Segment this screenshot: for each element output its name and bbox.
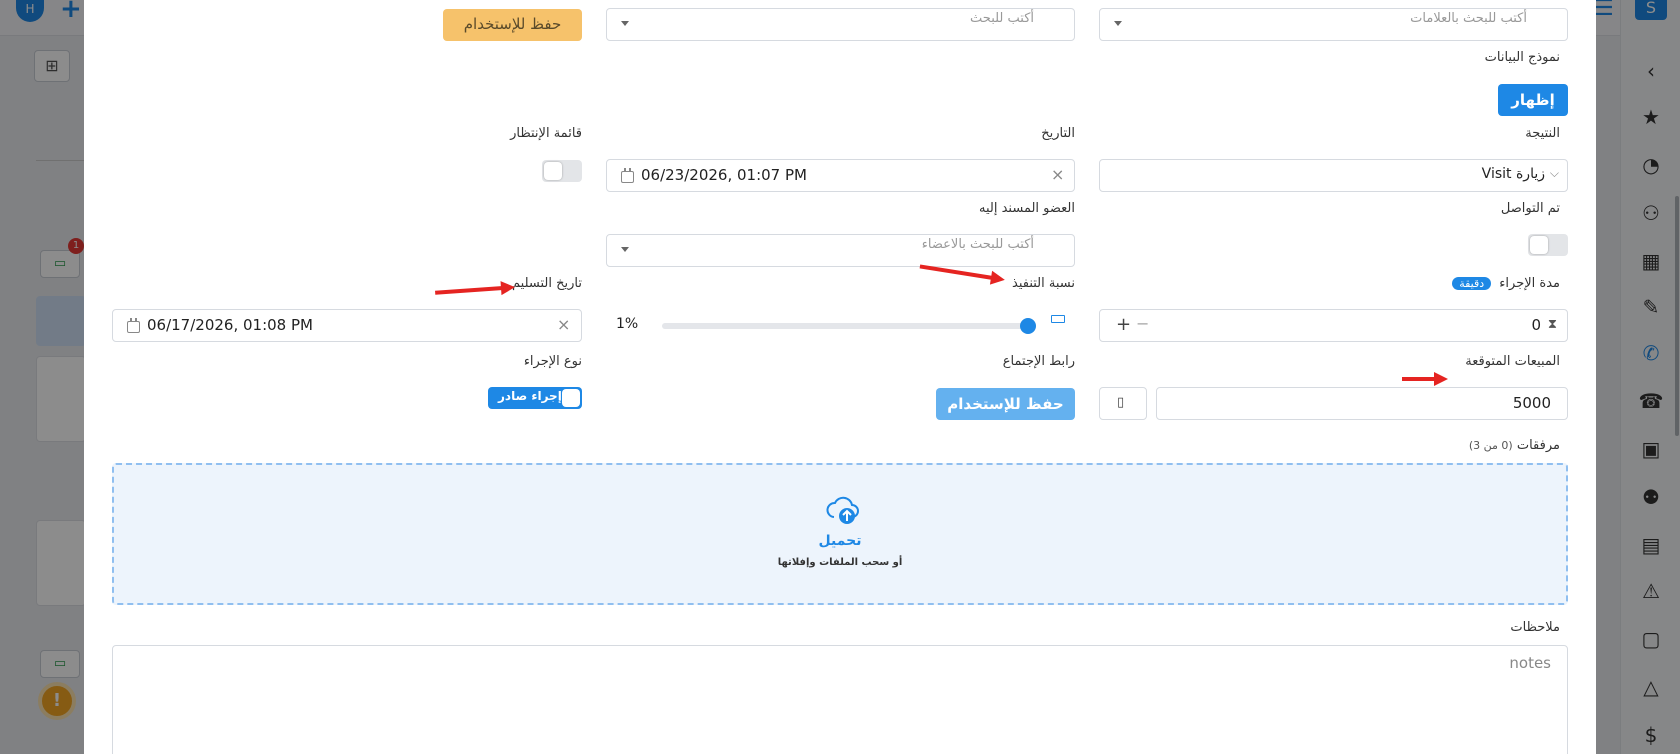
save-for-use-button-top[interactable]: حفظ للإستخدام — [443, 9, 582, 41]
notes-label: ملاحظات — [1510, 620, 1560, 635]
save-for-use-button-meeting[interactable]: حفظ للإستخدام — [936, 388, 1075, 420]
contacted-label: تم التواصل — [1500, 201, 1560, 216]
meeting-link-label: رابط الإجتماع — [1002, 354, 1075, 369]
show-button[interactable]: إظهار — [1498, 84, 1568, 116]
assigned-member-select[interactable]: أكتب للبحث بالاعضاء — [606, 234, 1075, 267]
progress-slider-thumb[interactable] — [1020, 318, 1037, 334]
duration-stepper[interactable]: + − 0 ⧗ — [1099, 309, 1568, 342]
document-button[interactable]: ▯ — [1099, 387, 1147, 420]
action-type-label: نوع الإجراء — [523, 354, 582, 369]
action-type-toggle[interactable]: إجراء صادر — [488, 387, 582, 409]
battery-icon — [1051, 315, 1065, 323]
progress-label: نسبة التنفيذ — [1012, 276, 1075, 291]
calendar-icon — [127, 318, 140, 333]
annotation-arrow — [435, 286, 504, 295]
attachments-label: مرفقات (0 من 3) — [1468, 438, 1560, 453]
calendar-icon — [621, 168, 634, 183]
assigned-member-label: العضو المسند إليه — [979, 201, 1075, 216]
upload-title: تحميل — [818, 533, 862, 549]
hourglass-icon: ⧗ — [1547, 317, 1557, 332]
chevron-down-icon — [1114, 21, 1122, 26]
clear-icon[interactable]: × — [1051, 165, 1064, 184]
result-select[interactable]: Visit زيارة ⌵ — [1099, 159, 1568, 192]
minus-icon[interactable]: − — [1136, 314, 1149, 333]
upload-hint: أو سحب الملفات وإفلاتها — [777, 557, 903, 568]
tags-search-select[interactable]: أكتب للبحث بالعلامات — [1099, 8, 1568, 41]
date-field[interactable]: 06/23/2026, 01:07 PM × — [606, 159, 1075, 192]
annotation-arrow — [1402, 372, 1448, 386]
action-form-modal: أكتب للبحث بالعلامات أكتب للبحث حفظ للإس… — [84, 0, 1596, 754]
toggle-knob — [562, 389, 580, 407]
contacted-toggle[interactable] — [1528, 234, 1568, 256]
waitlist-label: قائمة الإنتظار — [510, 126, 582, 141]
waitlist-toggle[interactable] — [542, 160, 582, 182]
search-select[interactable]: أكتب للبحث — [606, 8, 1075, 41]
chevron-down-icon — [621, 21, 629, 26]
notes-textarea[interactable]: notes — [112, 645, 1568, 754]
expected-sales-input[interactable]: 5000 — [1156, 387, 1568, 420]
date-label: التاريخ — [1041, 126, 1075, 141]
cloud-upload-icon — [825, 493, 861, 524]
document-icon: ▯ — [1117, 395, 1125, 410]
duration-label: مدة الإجراء دقيقة — [1452, 276, 1560, 291]
chevron-down-icon: ⌵ — [1549, 166, 1559, 180]
progress-value: 1% — [616, 316, 639, 332]
result-label: النتيجة — [1525, 126, 1560, 141]
expected-sales-label: المبيعات المتوقعة — [1465, 354, 1560, 369]
duration-unit-badge: دقيقة — [1452, 277, 1492, 290]
progress-slider-track[interactable] — [662, 323, 1032, 329]
upload-dropzone[interactable]: تحميل أو سحب الملفات وإفلاتها — [112, 463, 1568, 605]
delivery-date-field[interactable]: 06/17/2026, 01:08 PM × — [112, 309, 582, 342]
chevron-down-icon — [621, 247, 629, 252]
data-model-label: نموذج البيانات — [1484, 50, 1560, 65]
clear-icon[interactable]: × — [557, 315, 570, 334]
delivery-date-label: تاريخ التسليم — [512, 276, 582, 291]
plus-icon[interactable]: + — [1116, 314, 1131, 335]
